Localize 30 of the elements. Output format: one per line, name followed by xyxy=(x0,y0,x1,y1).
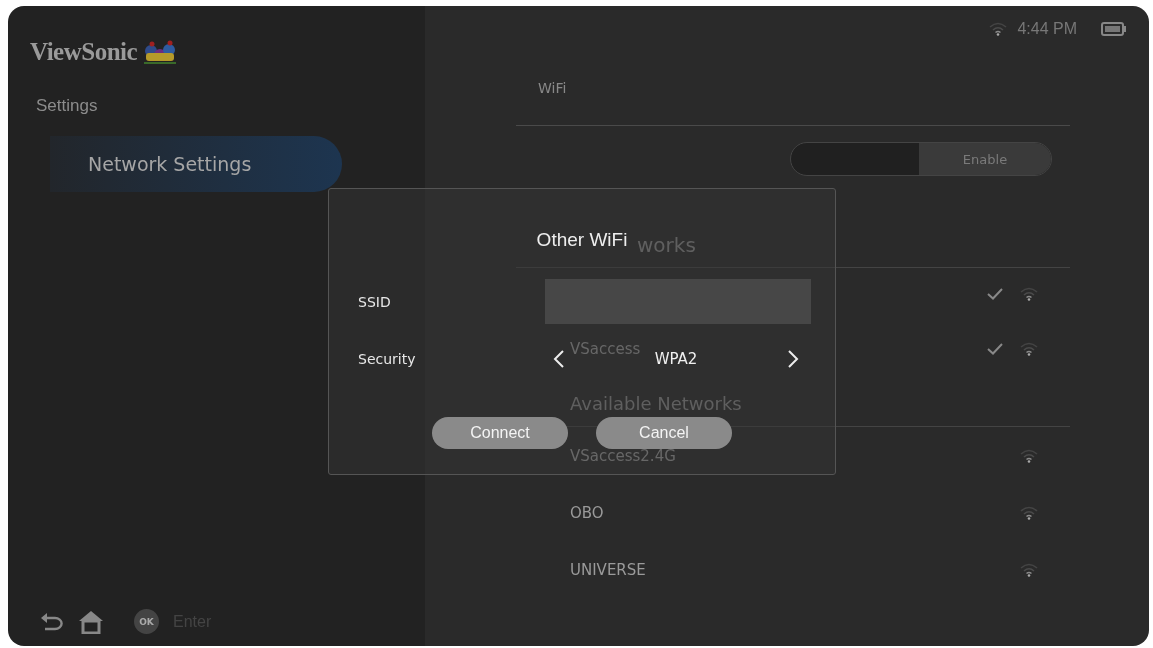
dialog-title: Other WiFi xyxy=(536,229,628,251)
sidebar-item[interactable]: Network Settings xyxy=(50,136,342,192)
section-title: WiFi xyxy=(516,51,1070,126)
ok-badge: OK xyxy=(134,609,159,634)
chevron-left-icon[interactable] xyxy=(553,348,565,369)
sidebar-title: Settings xyxy=(36,96,99,116)
birds-logo-icon xyxy=(143,38,178,66)
network-name[interactable]: VSaccess2.4G xyxy=(570,446,980,465)
field-label: SSID xyxy=(357,293,392,310)
clock: 4:44 PM xyxy=(1017,19,1077,38)
wifi-icon xyxy=(1020,562,1038,577)
wifi-icon xyxy=(1020,341,1038,356)
field-label: Security xyxy=(357,350,417,367)
dialog-button[interactable]: Connect xyxy=(432,417,568,449)
home-icon[interactable] xyxy=(78,609,104,634)
wifi-icon xyxy=(1020,287,1038,301)
ssid-input[interactable] xyxy=(545,279,811,324)
wifi-toggle[interactable]: Enable xyxy=(790,142,1052,176)
battery-icon xyxy=(1101,21,1127,36)
network-name[interactable]: OBO xyxy=(570,503,980,522)
wifi-icon xyxy=(1020,448,1038,463)
dialog-button[interactable]: Cancel xyxy=(596,417,732,449)
toggle-option[interactable]: Enable xyxy=(919,143,1051,175)
security-value: WPA2 xyxy=(654,349,698,368)
wifi-icon xyxy=(989,21,1008,36)
back-icon[interactable] xyxy=(40,611,64,632)
wifi-icon xyxy=(1020,505,1038,520)
network-name[interactable]: UNIVERSE xyxy=(570,560,980,579)
chevron-right-icon[interactable] xyxy=(787,348,799,369)
brand-logo: ViewSonic xyxy=(30,38,138,66)
